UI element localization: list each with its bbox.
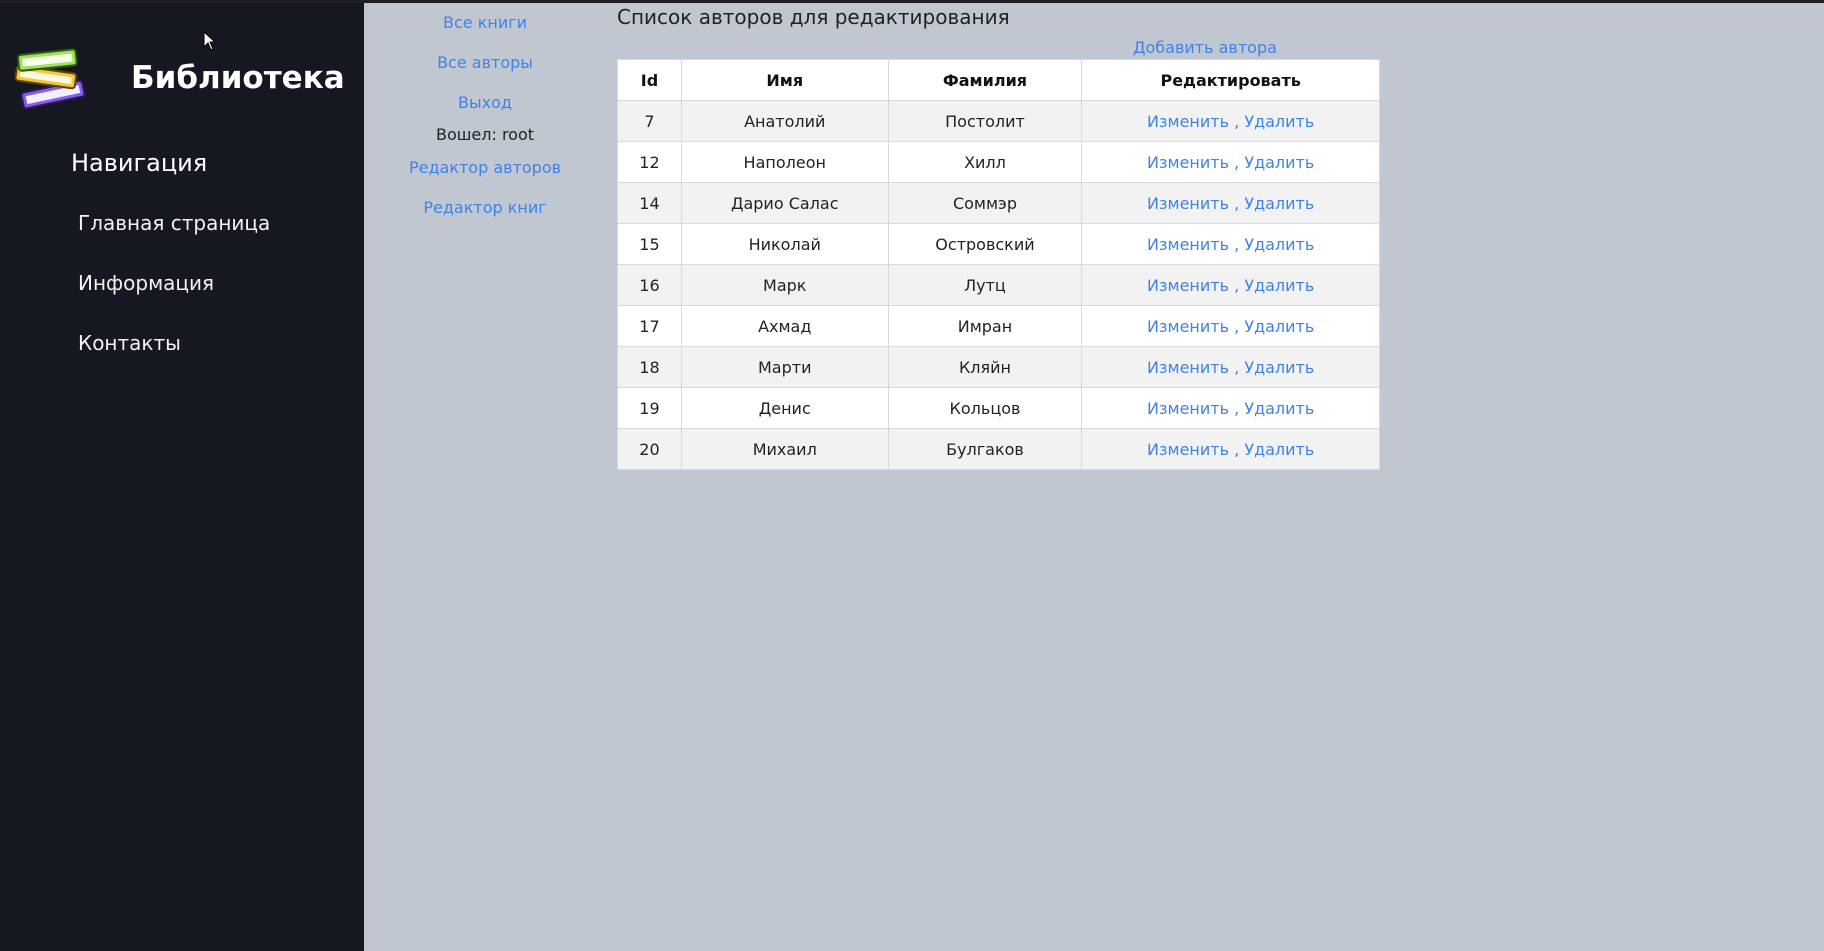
delete-author-link[interactable]: Удалить <box>1244 399 1314 418</box>
authors-editor-link[interactable]: Редактор авторов <box>380 158 590 177</box>
cell-first-name: Марти <box>680 346 889 388</box>
cell-id: 16 <box>617 264 682 306</box>
cell-first-name: Марк <box>680 264 889 306</box>
cell-id: 18 <box>617 346 682 388</box>
edit-author-link[interactable]: Изменить <box>1147 194 1229 213</box>
table-row: 18 Марти Кляйн Изменить , Удалить <box>617 346 1380 388</box>
edit-author-link[interactable]: Изменить <box>1147 399 1229 418</box>
cell-id: 15 <box>617 223 682 265</box>
edit-author-link[interactable]: Изменить <box>1147 276 1229 295</box>
table-row: 20 Михаил Булгаков Изменить , Удалить <box>617 428 1380 470</box>
cell-id: 7 <box>617 100 682 142</box>
cell-first-name: Николай <box>680 223 889 265</box>
table-row: 19 Денис Кольцов Изменить , Удалить <box>617 387 1380 429</box>
cell-id: 20 <box>617 428 682 470</box>
cell-first-name: Дарио Салас <box>680 182 889 224</box>
cell-actions: Изменить , Удалить <box>1081 182 1380 224</box>
table-header-row: Id Имя Фамилия Редактировать <box>617 59 1380 101</box>
nav-heading: Навигация <box>71 149 208 177</box>
edit-author-link[interactable]: Изменить <box>1147 440 1229 459</box>
page-title: Список авторов для редактирования <box>617 5 1010 29</box>
column-header-first-name: Имя <box>680 59 889 101</box>
column-header-edit: Редактировать <box>1081 59 1380 101</box>
cell-first-name: Ахмад <box>680 305 889 347</box>
action-separator: , <box>1234 357 1240 377</box>
table-row: 15 Николай Островский Изменить , Удалить <box>617 223 1380 265</box>
cell-actions: Изменить , Удалить <box>1081 387 1380 429</box>
cell-first-name: Денис <box>680 387 889 429</box>
table-row: 12 Наполеон Хилл Изменить , Удалить <box>617 141 1380 183</box>
cell-last-name: Соммэр <box>887 182 1083 224</box>
brand-title: Библиотека <box>131 60 345 96</box>
action-separator: , <box>1234 398 1240 418</box>
cell-last-name: Островский <box>887 223 1083 265</box>
cell-last-name: Булгаков <box>887 428 1083 470</box>
cell-last-name: Кольцов <box>887 387 1083 429</box>
action-separator: , <box>1234 111 1240 131</box>
sidebar-item-contacts[interactable]: Контакты <box>78 331 181 355</box>
cell-last-name: Имран <box>887 305 1083 347</box>
edit-author-link[interactable]: Изменить <box>1147 112 1229 131</box>
delete-author-link[interactable]: Удалить <box>1244 317 1314 336</box>
cell-first-name: Анатолий <box>680 100 889 142</box>
delete-author-link[interactable]: Удалить <box>1244 235 1314 254</box>
all-authors-link[interactable]: Все авторы <box>380 53 590 72</box>
action-separator: , <box>1234 439 1240 459</box>
cell-first-name: Михаил <box>680 428 889 470</box>
authors-table: Id Имя Фамилия Редактировать 7 Анатолий По… <box>617 59 1380 470</box>
books-editor-link[interactable]: Редактор книг <box>380 198 590 217</box>
cell-actions: Изменить , Удалить <box>1081 223 1380 265</box>
column-header-id: Id <box>617 59 682 101</box>
cell-id: 17 <box>617 305 682 347</box>
mouse-cursor-icon <box>203 31 217 51</box>
action-separator: , <box>1234 275 1240 295</box>
cell-id: 19 <box>617 387 682 429</box>
delete-author-link[interactable]: Удалить <box>1244 153 1314 172</box>
books-stack-icon <box>14 48 86 110</box>
cell-actions: Изменить , Удалить <box>1081 346 1380 388</box>
cell-first-name: Наполеон <box>680 141 889 183</box>
sidebar-item-info[interactable]: Информация <box>78 271 214 295</box>
cell-actions: Изменить , Удалить <box>1081 141 1380 183</box>
logout-link[interactable]: Выход <box>380 93 590 112</box>
cell-actions: Изменить , Удалить <box>1081 428 1380 470</box>
action-separator: , <box>1234 193 1240 213</box>
cell-actions: Изменить , Удалить <box>1081 264 1380 306</box>
cell-actions: Изменить , Удалить <box>1081 305 1380 347</box>
logged-in-status: Вошел: root <box>435 125 535 144</box>
cell-id: 12 <box>617 141 682 183</box>
action-separator: , <box>1234 152 1240 172</box>
edit-author-link[interactable]: Изменить <box>1147 317 1229 336</box>
edit-author-link[interactable]: Изменить <box>1147 235 1229 254</box>
delete-author-link[interactable]: Удалить <box>1244 440 1314 459</box>
delete-author-link[interactable]: Удалить <box>1244 194 1314 213</box>
delete-author-link[interactable]: Удалить <box>1244 358 1314 377</box>
cell-last-name: Постолит <box>887 100 1083 142</box>
cell-id: 14 <box>617 182 682 224</box>
sidebar-item-home[interactable]: Главная страница <box>78 211 270 235</box>
edit-author-link[interactable]: Изменить <box>1147 358 1229 377</box>
sidebar: Библиотека Навигация Главная страница Ин… <box>0 3 364 951</box>
delete-author-link[interactable]: Удалить <box>1244 112 1314 131</box>
delete-author-link[interactable]: Удалить <box>1244 276 1314 295</box>
action-separator: , <box>1234 234 1240 254</box>
cell-last-name: Кляйн <box>887 346 1083 388</box>
table-row: 14 Дарио Салас Соммэр Изменить , Удалить <box>617 182 1380 224</box>
table-row: 16 Марк Лутц Изменить , Удалить <box>617 264 1380 306</box>
all-books-link[interactable]: Все книги <box>380 13 590 32</box>
cell-actions: Изменить , Удалить <box>1081 100 1380 142</box>
table-row: 17 Ахмад Имран Изменить , Удалить <box>617 305 1380 347</box>
action-separator: , <box>1234 316 1240 336</box>
column-header-last-name: Фамилия <box>887 59 1083 101</box>
cell-last-name: Хилл <box>887 141 1083 183</box>
edit-author-link[interactable]: Изменить <box>1147 153 1229 172</box>
cell-last-name: Лутц <box>887 264 1083 306</box>
add-author-link[interactable]: Добавить автора <box>1133 38 1277 57</box>
table-row: 7 Анатолий Постолит Изменить , Удалить <box>617 100 1380 142</box>
